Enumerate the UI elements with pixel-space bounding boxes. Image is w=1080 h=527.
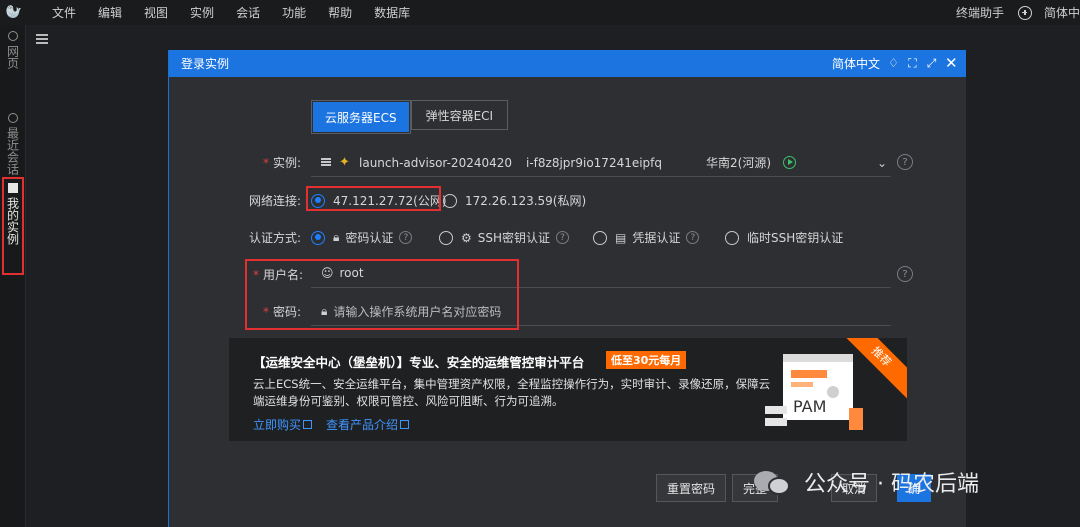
instance-row: * 实例: [263, 154, 301, 171]
highlight-credentials [245, 259, 519, 330]
sidebar-tab-label: 网页 [5, 45, 20, 69]
login-instance-dialog: 登录实例 简体中文 ♢ ⛶ ⤢ ✕ 云服务器ECS 弹性容器ECI * 实例: … [168, 50, 966, 527]
language-menu[interactable]: 简体中 [1044, 4, 1080, 21]
network-label: 网络连接: [249, 194, 302, 208]
network-private-label: 172.26.123.59(私网) [465, 194, 587, 208]
auth-label: 认证方式: [249, 231, 302, 245]
app-logo-icon: 🦭 [5, 5, 23, 20]
list-toggle-icon[interactable] [36, 34, 48, 44]
radio-unchecked-icon [443, 193, 457, 208]
sidebar-tab-label: 我的实例 [5, 197, 20, 245]
banner-description: 云上ECS统一、安全运维平台，集中管理资产权限，全程监控操作行为，实时审计、录像… [253, 377, 771, 408]
auth-password-help-icon[interactable]: ? [399, 231, 413, 244]
auth-credential-help-icon[interactable]: ? [686, 231, 700, 244]
reset-password-button[interactable]: 重置密码 [656, 474, 727, 502]
instance-region: 华南2(河源) [706, 156, 772, 170]
auth-temp-ssh-label: 临时SSH密钥认证 [747, 231, 844, 245]
network-row: 网络连接: [249, 192, 301, 209]
auth-credential-label: 凭据认证 [632, 231, 681, 245]
close-icon[interactable]: ✕ [945, 56, 958, 71]
auth-row: 认证方式: [249, 229, 301, 246]
shirt-icon[interactable]: ♢ [888, 57, 899, 69]
expand-icon[interactable]: ⤢ [926, 57, 937, 69]
ssh-key-icon: ⚙ [461, 230, 472, 245]
ecs-icon: ✦ [339, 154, 350, 170]
buy-now-link[interactable]: 立即购买 [253, 416, 313, 433]
auth-password-option[interactable]: 🔒︎ 密码认证 ? [311, 229, 413, 246]
product-intro-link[interactable]: 查看产品介绍 [326, 416, 410, 433]
running-status-icon [783, 156, 797, 169]
pam-label: PAM [793, 397, 826, 416]
instance-select[interactable]: ✦ launch-advisor-20240420 i-f8z8jpr9io17… [321, 154, 887, 171]
bastion-promo-banner: 【运维安全中心（堡垒机）】专业、安全的运维管控审计平台 低至30元每月 云上EC… [229, 338, 907, 441]
instance-id: i-f8z8jpr9io17241eipfq [526, 155, 663, 170]
auth-ssh-help-icon[interactable]: ? [556, 231, 570, 244]
menu-features[interactable]: 功能 [282, 4, 306, 21]
auth-password-label: 密码认证 [345, 231, 394, 245]
clock-icon [8, 113, 18, 123]
banner-title: 【运维安全中心（堡垒机）】专业、安全的运维管控审计平台 [253, 355, 585, 370]
radio-unchecked-icon [439, 230, 453, 245]
watermark-text: 公众号 · 码农后端 [804, 472, 979, 497]
auth-ssh-option[interactable]: ⚙ SSH密钥认证 ? [439, 229, 570, 246]
tab-ecs[interactable]: 云服务器ECS [313, 102, 409, 132]
dialog-title: 登录实例 [181, 57, 230, 71]
radio-unchecked-icon [725, 230, 739, 245]
fullscreen-icon[interactable]: ⛶ [907, 57, 918, 69]
instance-name: launch-advisor-20240420 [359, 155, 513, 170]
menu-file[interactable]: 文件 [52, 4, 76, 21]
promo-badge: 低至30元每月 [606, 351, 687, 369]
webpage-icon [8, 31, 18, 41]
auth-credential-option[interactable]: ▤ 凭据认证 ? [593, 229, 700, 246]
sidebar-tab-label: 最近会话 [5, 127, 20, 175]
radio-checked-icon [311, 230, 325, 245]
external-link-icon [400, 420, 410, 429]
menu-edit[interactable]: 编辑 [98, 4, 122, 21]
server-list-icon [321, 158, 331, 167]
menu-database[interactable]: 数据库 [374, 4, 410, 21]
highlight-public-network [306, 186, 441, 211]
terminal-assistant-link[interactable]: 终端助手 [956, 4, 1004, 21]
dialog-header: 登录实例 简体中文 ♢ ⛶ ⤢ ✕ [169, 50, 966, 77]
wechat-logo-icon [754, 467, 794, 497]
instance-help-icon[interactable]: ? [897, 154, 913, 170]
lock-icon: 🔒︎ [333, 230, 340, 244]
menubar-right: 终端助手 简体中 [956, 0, 1080, 25]
service-tabs: 云服务器ECS 弹性容器ECI [311, 100, 509, 134]
network-private-option[interactable]: 172.26.123.59(私网) [443, 192, 586, 209]
menu-bar: 🦭 文件 编辑 视图 实例 会话 功能 帮助 数据库 终端助手 简体中 [0, 0, 1080, 25]
language-switch[interactable]: 简体中文 [832, 55, 880, 72]
radio-unchecked-icon [593, 230, 607, 245]
banner-links: 立即购买 查看产品介绍 [253, 416, 410, 433]
add-icon[interactable] [1017, 5, 1032, 20]
instance-label: 实例: [273, 156, 302, 170]
auth-ssh-label: SSH密钥认证 [477, 231, 551, 245]
menu-session[interactable]: 会话 [236, 4, 260, 21]
instance-icon [8, 183, 18, 193]
menu-view[interactable]: 视图 [144, 4, 168, 21]
username-help-icon[interactable]: ? [897, 266, 913, 282]
tab-ecs-wrap: 云服务器ECS [311, 100, 411, 134]
chevron-down-icon[interactable]: ⌄ [877, 156, 887, 170]
sidebar-tab-webpage[interactable]: 网页 [3, 31, 23, 111]
required-mark: * [263, 155, 269, 170]
menu-help[interactable]: 帮助 [328, 4, 352, 21]
credential-icon: ▤ [615, 230, 627, 245]
menu-instance[interactable]: 实例 [190, 4, 214, 21]
watermark: 公众号 · 码农后端 [754, 466, 979, 498]
tab-eci[interactable]: 弹性容器ECI [410, 100, 509, 130]
auth-temp-ssh-option[interactable]: 临时SSH密钥认证 [725, 229, 843, 246]
left-sidebar: 网页 最近会话 我的实例 ✦ [0, 25, 26, 527]
instance-underline [311, 176, 891, 177]
sidebar-tab-my-instances[interactable]: 我的实例 [2, 177, 24, 275]
external-link-icon [303, 420, 313, 429]
